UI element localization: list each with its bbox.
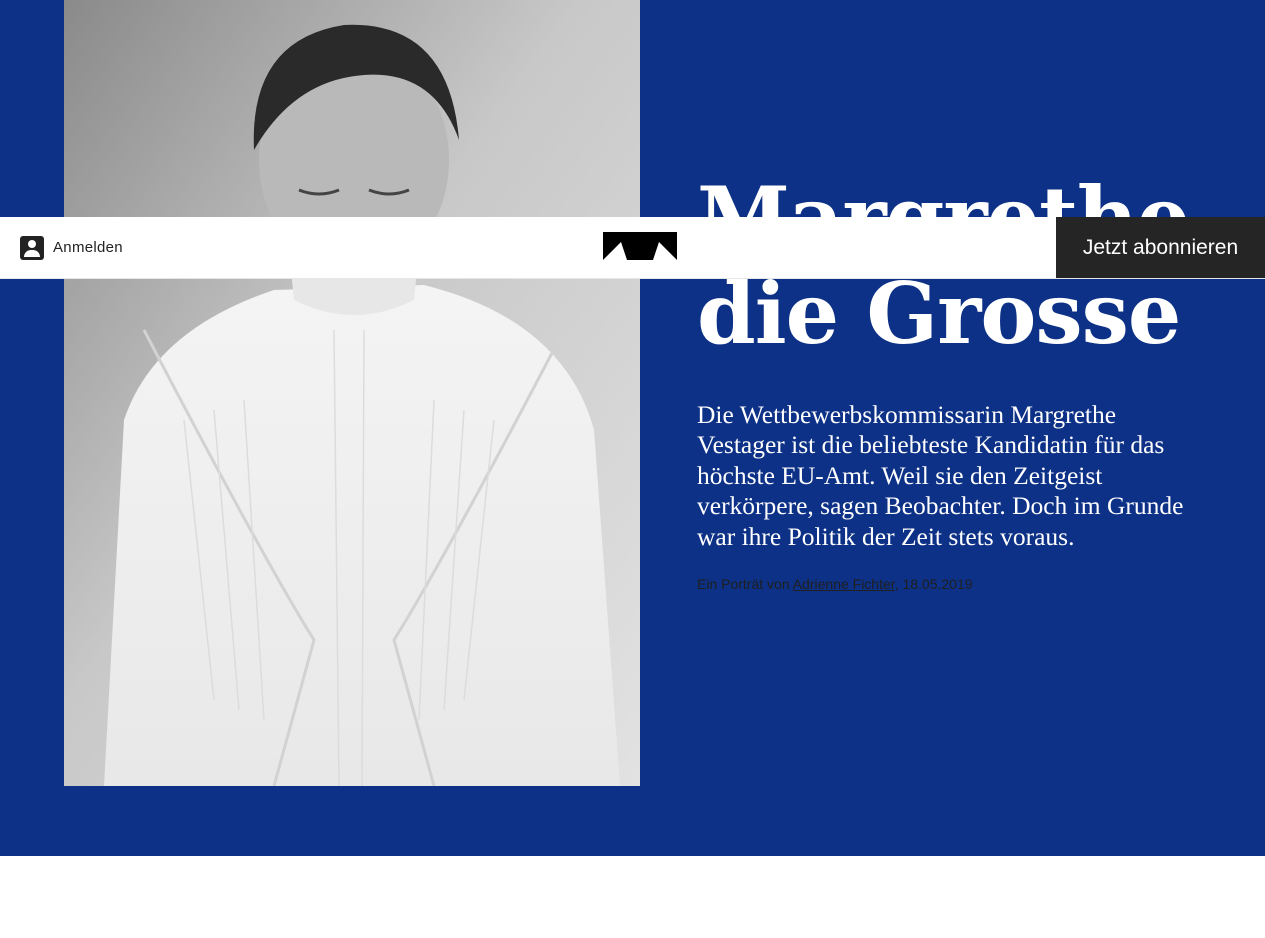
top-navbar: Anmelden Jetzt abonnieren (0, 217, 1265, 279)
publish-date: 18.05.2019 (902, 576, 973, 592)
hero-section: Margrethe die Grosse Die Wettbewerbskomm… (0, 0, 1265, 856)
login-button[interactable]: Anmelden (20, 235, 123, 260)
user-icon (20, 235, 44, 260)
author-link[interactable]: Adrienne Fichter (793, 576, 895, 592)
subscribe-button[interactable]: Jetzt abonnieren (1056, 217, 1265, 278)
credit-prefix: Ein Porträt von (697, 576, 793, 592)
article-lead: Die Wettbewerbskommissarin Margrethe Ves… (697, 400, 1184, 551)
login-label: Anmelden (53, 239, 123, 256)
republik-logo-icon[interactable] (603, 232, 677, 260)
portrait-image (64, 0, 640, 786)
article-credit: Ein Porträt von Adrienne Fichter, 18.05.… (697, 574, 1237, 594)
